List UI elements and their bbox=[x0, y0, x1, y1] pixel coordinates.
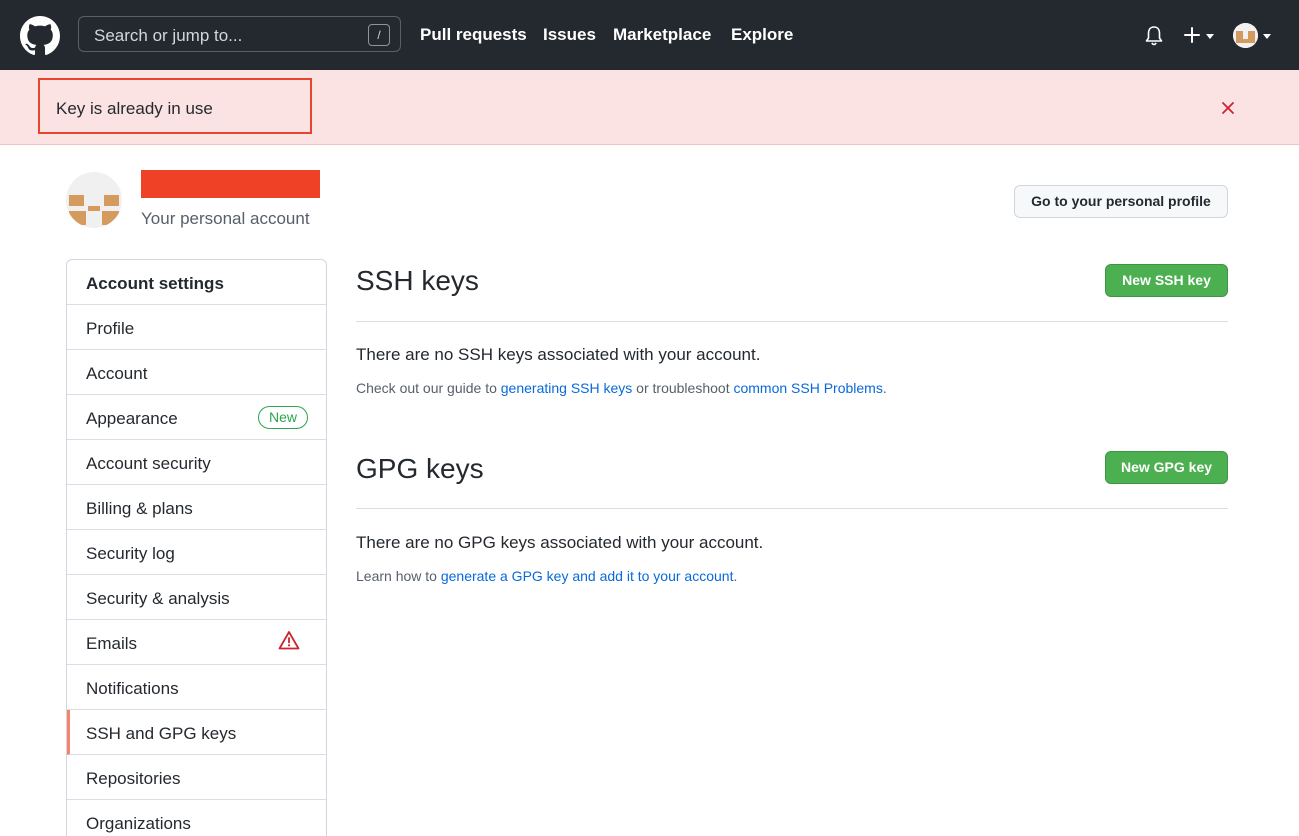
sidebar-item-emails[interactable]: Emails bbox=[67, 620, 326, 665]
sidebar-item-label: Profile bbox=[86, 319, 135, 338]
close-icon[interactable] bbox=[1218, 98, 1238, 118]
sidebar-item-security-log[interactable]: Security log bbox=[67, 530, 326, 575]
sidebar-item-label: SSH and GPG keys bbox=[86, 724, 237, 743]
user-avatar[interactable] bbox=[1233, 23, 1258, 48]
sidebar-heading-label: Account settings bbox=[86, 274, 224, 293]
generating-ssh-keys-link[interactable]: generating SSH keys bbox=[501, 380, 633, 396]
search-shortcut-key: / bbox=[368, 24, 390, 46]
sidebar-item-security-analysis[interactable]: Security & analysis bbox=[67, 575, 326, 620]
search-placeholder: Search or jump to... bbox=[94, 26, 243, 45]
flash-error-banner: Key is already in use bbox=[0, 70, 1299, 145]
sidebar-item-account-security[interactable]: Account security bbox=[67, 440, 326, 485]
nav-explore[interactable]: Explore bbox=[731, 25, 793, 45]
ssh-keys-title: SSH keys bbox=[356, 265, 479, 296]
account-avatar[interactable] bbox=[66, 172, 122, 228]
sidebar-item-label: Security log bbox=[86, 544, 175, 563]
sidebar-heading: Account settings bbox=[67, 260, 326, 305]
sidebar-item-label: Account bbox=[86, 364, 148, 383]
sidebar-item-billing[interactable]: Billing & plans bbox=[67, 485, 326, 530]
sidebar-item-ssh-gpg-keys[interactable]: SSH and GPG keys bbox=[67, 710, 326, 755]
sidebar-item-label: Account security bbox=[86, 454, 211, 473]
redacted-username bbox=[141, 170, 320, 198]
gpg-help-prefix: Learn how to bbox=[356, 568, 441, 584]
nav-issues[interactable]: Issues bbox=[543, 25, 596, 45]
sidebar-item-label: Emails bbox=[86, 634, 138, 653]
account-subtitle: Your personal account bbox=[141, 209, 310, 228]
new-gpg-key-button[interactable]: New GPG key bbox=[1105, 451, 1228, 484]
alert-icon bbox=[278, 631, 300, 650]
nav-pull-requests[interactable]: Pull requests bbox=[420, 25, 527, 45]
sidebar-item-label: Security & analysis bbox=[86, 589, 230, 608]
plus-dropdown-caret-icon[interactable] bbox=[1206, 34, 1214, 39]
ssh-help-text: Check out our guide to generating SSH ke… bbox=[356, 380, 887, 396]
ssh-empty-message: There are no SSH keys associated with yo… bbox=[356, 345, 761, 364]
generate-gpg-key-link[interactable]: generate a GPG key and add it to your ac… bbox=[441, 568, 734, 584]
sidebar-item-organizations[interactable]: Organizations bbox=[67, 800, 326, 836]
plus-icon[interactable] bbox=[1183, 26, 1201, 44]
sidebar-item-notifications[interactable]: Notifications bbox=[67, 665, 326, 710]
avatar-dropdown-caret-icon[interactable] bbox=[1263, 34, 1271, 39]
go-to-profile-button[interactable]: Go to your personal profile bbox=[1014, 185, 1228, 218]
flash-message: Key is already in use bbox=[56, 99, 213, 118]
ssh-help-prefix: Check out our guide to bbox=[356, 380, 501, 396]
new-badge: New bbox=[258, 406, 308, 429]
ssh-help-mid: or troubleshoot bbox=[632, 380, 734, 396]
avatar-identicon-icon bbox=[1233, 23, 1258, 48]
bell-icon[interactable] bbox=[1144, 25, 1164, 47]
sidebar-item-account[interactable]: Account bbox=[67, 350, 326, 395]
github-logo-icon[interactable] bbox=[20, 16, 60, 56]
settings-sidebar: Account settings Profile Account Appeara… bbox=[66, 259, 327, 836]
search-input[interactable]: Search or jump to... / bbox=[78, 16, 401, 52]
sidebar-item-label: Notifications bbox=[86, 679, 179, 698]
common-ssh-problems-link[interactable]: common SSH Problems bbox=[733, 380, 882, 396]
gpg-keys-title: GPG keys bbox=[356, 453, 484, 484]
gpg-empty-message: There are no GPG keys associated with yo… bbox=[356, 533, 764, 552]
gpg-help-suffix: . bbox=[733, 568, 738, 584]
sidebar-item-label: Billing & plans bbox=[86, 499, 193, 518]
sidebar-item-label: Organizations bbox=[86, 814, 191, 833]
new-ssh-key-button[interactable]: New SSH key bbox=[1105, 264, 1228, 297]
top-header: Search or jump to... / Pull requests Iss… bbox=[0, 0, 1299, 70]
sidebar-item-label: Repositories bbox=[86, 769, 181, 788]
sidebar-item-label: Appearance bbox=[86, 409, 178, 428]
gpg-divider bbox=[356, 508, 1228, 509]
sidebar-item-appearance[interactable]: Appearance New bbox=[67, 395, 326, 440]
ssh-help-suffix: . bbox=[882, 380, 887, 396]
ssh-divider bbox=[356, 321, 1228, 322]
sidebar-item-repositories[interactable]: Repositories bbox=[67, 755, 326, 800]
sidebar-item-profile[interactable]: Profile bbox=[67, 305, 326, 350]
gpg-help-text: Learn how to generate a GPG key and add … bbox=[356, 568, 737, 584]
identicon-icon bbox=[66, 172, 122, 228]
nav-marketplace[interactable]: Marketplace bbox=[613, 25, 711, 45]
